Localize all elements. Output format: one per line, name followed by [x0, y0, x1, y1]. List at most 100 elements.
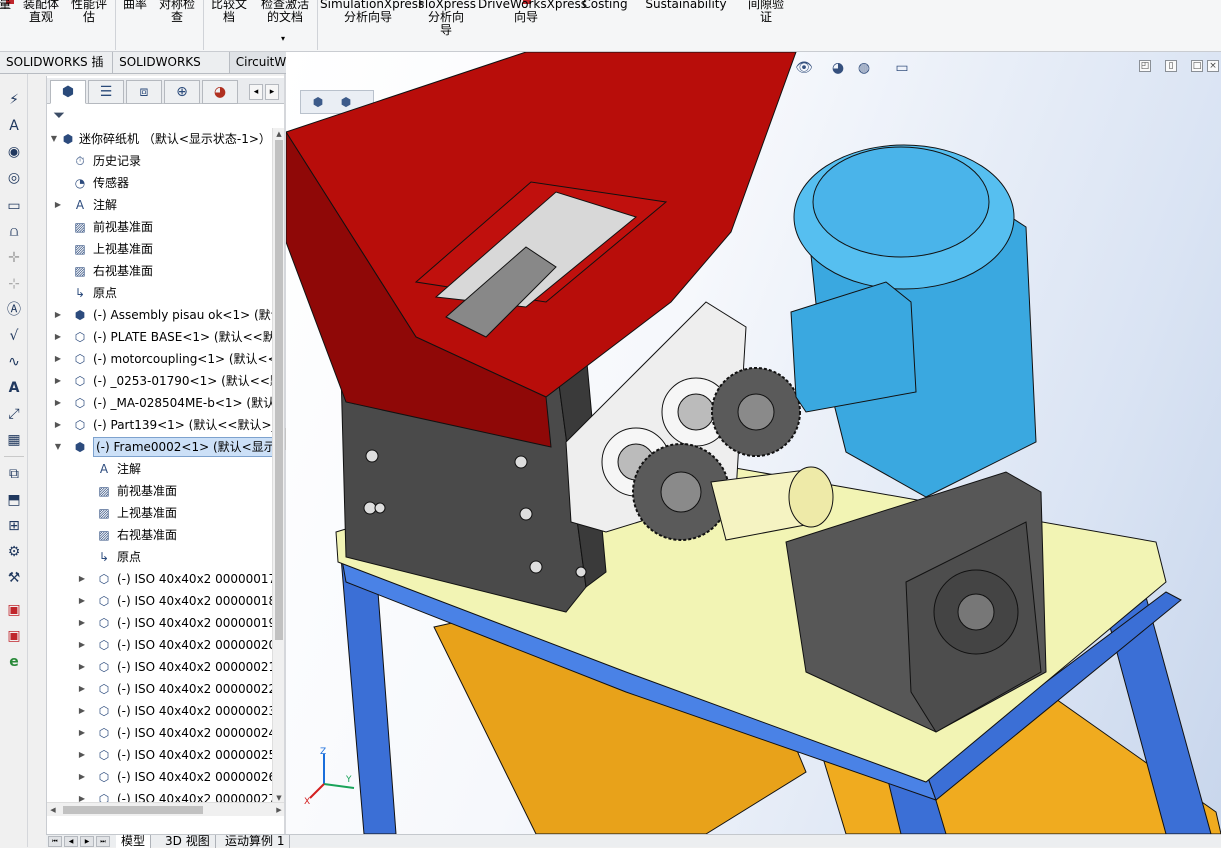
- magnetic-line-icon[interactable]: ▭: [4, 196, 24, 216]
- surface-finish-icon[interactable]: ⩍: [4, 222, 24, 242]
- tab-scroll-right-icon[interactable]: ▸: [265, 84, 279, 100]
- chevron-down-icon[interactable]: ▾: [281, 34, 285, 43]
- tree-item[interactable]: ↳ 原点: [47, 546, 273, 568]
- expand-icon[interactable]: ▶: [77, 766, 87, 788]
- ribbon-sustainability[interactable]: Sustainability: [644, 0, 728, 11]
- tolstatus-icon[interactable]: ⚒: [4, 568, 24, 588]
- surface-finish-symbol-icon[interactable]: √: [4, 326, 24, 346]
- tree-item[interactable]: ▨ 上视基准面: [47, 238, 273, 260]
- expand-icon[interactable]: ▶: [53, 392, 63, 414]
- tree-item[interactable]: ▶ ⬡ (-) ISO 40x40x2 00000017: [47, 568, 273, 590]
- text-icon[interactable]: A: [4, 378, 24, 398]
- expand-icon[interactable]: ▶: [77, 678, 87, 700]
- tab-motion-study[interactable]: 运动算例 1: [220, 835, 291, 848]
- weld-symbol-icon[interactable]: ✛: [4, 248, 24, 268]
- expand-icon[interactable]: ▶: [77, 590, 87, 612]
- tree-item[interactable]: ⏱ 历史记录: [47, 150, 273, 172]
- tab-solidworks-mbd[interactable]: SOLIDWORKS MBD: [113, 52, 230, 90]
- previous-tab-icon[interactable]: ◀: [64, 836, 78, 847]
- last-tab-icon[interactable]: ⏭: [96, 836, 110, 847]
- tab-model[interactable]: 模型: [116, 835, 152, 848]
- auto-balloon-icon[interactable]: ◎: [4, 168, 24, 188]
- feature-tree-tab-icon[interactable]: ⬢: [50, 80, 86, 104]
- ribbon-compare-documents[interactable]: 比较文 档: [206, 0, 252, 24]
- tab-scroll-left-icon[interactable]: ◂: [249, 84, 263, 100]
- tree-item[interactable]: ▶ ⬡ (-) ISO 40x40x2 00000020: [47, 634, 273, 656]
- table-icon[interactable]: ▦: [4, 430, 24, 450]
- expand-icon[interactable]: ▶: [77, 612, 87, 634]
- note-icon[interactable]: A: [4, 116, 24, 136]
- datum-target-icon[interactable]: ⤢: [4, 404, 24, 424]
- expand-icon[interactable]: ▶: [53, 304, 63, 326]
- expand-icon[interactable]: ▶: [53, 326, 63, 348]
- hole-callout-icon[interactable]: ⊹: [4, 274, 24, 294]
- balloon-icon[interactable]: ◉: [4, 142, 24, 162]
- tree-item[interactable]: ▶ ⬡ (-) Part139<1> (默认<<默认>_: [47, 414, 273, 436]
- tree-item[interactable]: ▶ ⬡ (-) _0253-01790<1> (默认<<默: [47, 370, 273, 392]
- ribbon-costing[interactable]: Costing: [580, 0, 630, 11]
- expand-icon[interactable]: ▶: [77, 722, 87, 744]
- edrawings-icon[interactable]: e: [4, 652, 24, 672]
- show-tolerance-icon[interactable]: ⚙: [4, 542, 24, 562]
- tree-item[interactable]: ▨ 上视基准面: [47, 502, 273, 524]
- section-view-icon[interactable]: ⬒: [4, 490, 24, 510]
- tree-root-assembly[interactable]: ▼ ⬢ 迷你碎纸机 （默认<显示状态-1>）: [47, 128, 273, 150]
- scroll-left-icon[interactable]: ◀: [47, 803, 59, 817]
- tree-item[interactable]: ◔ 传感器: [47, 172, 273, 194]
- expand-icon[interactable]: ▶: [77, 656, 87, 678]
- ribbon-driveworksxpress[interactable]: DriveWorksXpress 向导: [478, 0, 587, 24]
- ribbon-floxpress[interactable]: FloXpress 分析向 导: [418, 0, 476, 37]
- tree-item[interactable]: ▨ 前视基准面: [47, 216, 273, 238]
- 3d-pdf-template-icon[interactable]: ▣: [4, 626, 24, 646]
- ribbon-curvature[interactable]: 曲率: [119, 0, 151, 11]
- ribbon-symmetry-check[interactable]: 对称检 查: [154, 0, 200, 24]
- ribbon-item-partial[interactable]: 量: [0, 0, 12, 11]
- ribbon-performance-evaluation[interactable]: 性能评 估: [66, 0, 112, 24]
- tree-item[interactable]: ▶ ⬡ (-) ISO 40x40x2 00000025: [47, 744, 273, 766]
- tree-item[interactable]: ↳ 原点: [47, 282, 273, 304]
- scroll-thumb[interactable]: [63, 806, 203, 814]
- smart-dimension-icon[interactable]: ⚡: [4, 90, 24, 110]
- ribbon-simulationxpress[interactable]: SimulationXpress 分析向导: [320, 0, 424, 24]
- tree-item[interactable]: ▶ ⬡ (-) ISO 40x40x2 00000023: [47, 700, 273, 722]
- tree-item[interactable]: ▶ ⬡ (-) ISO 40x40x2 00000024: [47, 722, 273, 744]
- tree-item[interactable]: ▶ ⬡ (-) ISO 40x40x2 00000022: [47, 678, 273, 700]
- tree-item[interactable]: ▨ 前视基准面: [47, 480, 273, 502]
- graphics-viewport[interactable]: 🔍 ⌕ ↶ ◧ ✎ ⬛ ◫ 👁 ◕ ◍ ▭ ◰ ▯ □ × ⬢ ⬢: [286, 52, 1221, 834]
- expand-icon[interactable]: ▶: [53, 370, 63, 392]
- weld-bead-icon[interactable]: ∿: [4, 352, 24, 372]
- tree-item[interactable]: ▶ ⬡ (-) _MA-028504ME-b<1> (默认: [47, 392, 273, 414]
- collapse-icon[interactable]: ▼: [53, 436, 63, 458]
- expand-icon[interactable]: ▶: [77, 744, 87, 766]
- expand-icon[interactable]: ▶: [53, 414, 63, 436]
- tree-vertical-scrollbar[interactable]: ▲ ▼: [272, 128, 284, 804]
- expand-icon[interactable]: ▶: [53, 194, 63, 216]
- scroll-thumb[interactable]: [275, 140, 283, 640]
- tree-item[interactable]: ▨ 右视基准面: [47, 260, 273, 282]
- tree-item[interactable]: ▼ ⬢ (-) Frame0002<1> (默认<显示: [47, 436, 273, 458]
- collapse-icon[interactable]: ▼: [49, 128, 59, 150]
- next-tab-icon[interactable]: ▶: [80, 836, 94, 847]
- 3d-view-icon[interactable]: ⧉: [4, 464, 24, 484]
- tab-3d-views[interactable]: 3D 视图: [160, 835, 216, 848]
- expand-icon[interactable]: ▶: [77, 700, 87, 722]
- filter-icon[interactable]: ⏷: [53, 106, 65, 124]
- tree-item[interactable]: A 注解: [47, 458, 273, 480]
- tree-item[interactable]: ▶ ⬡ (-) ISO 40x40x2 00000018: [47, 590, 273, 612]
- tree-item[interactable]: ▶ ⬡ (-) ISO 40x40x2 00000021: [47, 656, 273, 678]
- datum-feature-icon[interactable]: Ⓐ: [4, 300, 24, 320]
- tree-item[interactable]: ▶ ⬡ (-) ISO 40x40x2 00000019: [47, 612, 273, 634]
- tree-item[interactable]: ▶ ⬡ (-) ISO 40x40x2 00000026: [47, 766, 273, 788]
- tree-item[interactable]: ▶ ⬢ (-) Assembly pisau ok<1> (默认: [47, 304, 273, 326]
- property-manager-tab-icon[interactable]: ☰: [88, 80, 124, 104]
- tree-horizontal-scrollbar[interactable]: ◀ ▶: [47, 802, 285, 816]
- 3d-pdf-icon[interactable]: ▣: [4, 600, 24, 620]
- tree-item[interactable]: ▶ ⬡ (-) motorcoupling<1> (默认<<: [47, 348, 273, 370]
- expand-icon[interactable]: ▶: [77, 568, 87, 590]
- tree-item[interactable]: ▶ ⬡ (-) PLATE BASE<1> (默认<<默: [47, 326, 273, 348]
- dimxpert-manager-tab-icon[interactable]: ⊕: [164, 80, 200, 104]
- ribbon-assembly-visualization[interactable]: 装配体 直观: [18, 0, 64, 24]
- ribbon-check-active-document[interactable]: 检查激活 的文档: [254, 0, 316, 24]
- dimxpert-icon[interactable]: ⊞: [4, 516, 24, 536]
- tab-solidworks-addins[interactable]: SOLIDWORKS 插件: [0, 52, 114, 90]
